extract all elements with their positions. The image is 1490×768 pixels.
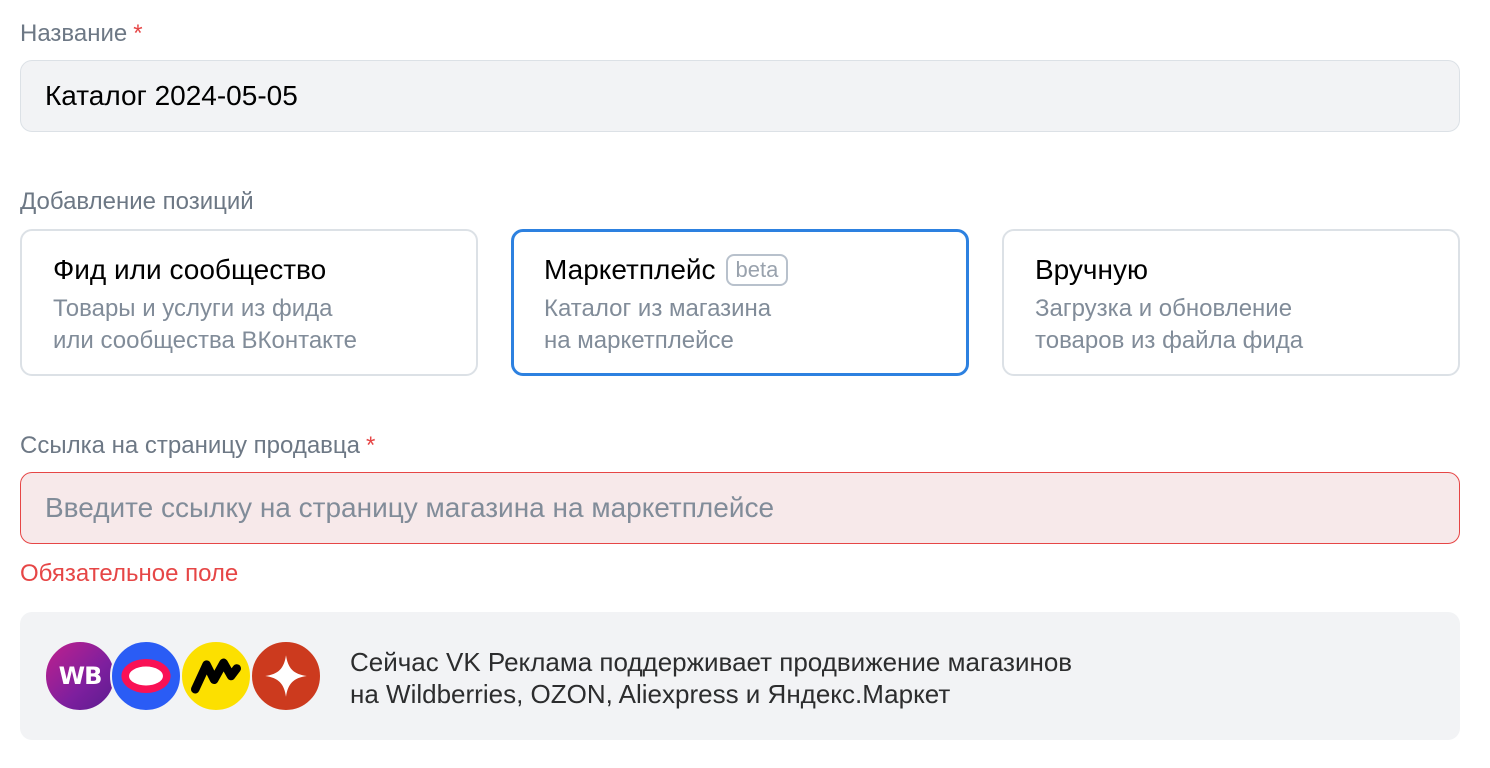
yandex-market-logo-glyph — [190, 658, 242, 694]
seller-link-input[interactable] — [20, 472, 1460, 544]
supported-marketplaces-banner: WB Сейчас VK Реклама поддерживает продви… — [20, 612, 1460, 740]
aliexpress-logo-glyph — [265, 655, 307, 697]
catalog-name-input[interactable] — [20, 60, 1460, 132]
option-title: Вручную — [1035, 254, 1148, 285]
option-description: Загрузка и обновление товаров из файла ф… — [1035, 293, 1427, 357]
beta-badge: beta — [725, 254, 789, 286]
option-desc-line: Товары и услуги из фида — [53, 295, 333, 322]
wildberries-logo-icon: WB — [44, 640, 116, 712]
aliexpress-logo-icon — [250, 640, 322, 712]
option-description: Товары и услуги из фида или сообщества В… — [53, 293, 445, 357]
option-title: Маркетплейс — [544, 254, 716, 285]
yandex-market-logo-icon — [180, 640, 252, 712]
option-title-row: Маркетплейс beta — [544, 253, 936, 287]
info-line: Сейчас VK Реклама поддерживает продвижен… — [350, 647, 1073, 677]
name-label: Название * — [20, 20, 143, 48]
positions-label: Добавление позиций — [20, 188, 254, 215]
required-mark: * — [366, 432, 376, 459]
option-card-feed[interactable]: Фид или сообщество Товары и услуги из фи… — [20, 229, 478, 376]
wildberries-logo-text: WB — [58, 662, 103, 690]
ozon-logo-glyph — [121, 659, 171, 693]
option-desc-line: на маркетплейсе — [544, 327, 734, 354]
ozon-logo-icon — [110, 640, 182, 712]
required-mark: * — [133, 20, 143, 47]
option-description: Каталог из магазина на маркетплейсе — [544, 293, 936, 357]
option-card-manual[interactable]: Вручную Загрузка и обновление товаров из… — [1002, 229, 1460, 376]
info-line: на Wildberries, OZON, Aliexpress и Яндек… — [350, 679, 951, 709]
seller-link-label-text: Ссылка на страницу продавца — [20, 432, 361, 459]
option-card-marketplace[interactable]: Маркетплейс beta Каталог из магазина на … — [511, 229, 969, 376]
name-label-text: Название — [20, 20, 128, 47]
required-field-error: Обязательное поле — [20, 560, 239, 587]
option-title: Фид или сообщество — [53, 254, 327, 285]
seller-link-label: Ссылка на страницу продавца * — [20, 432, 375, 460]
marketplace-logos: WB — [44, 640, 334, 712]
option-desc-line: Каталог из магазина — [544, 295, 772, 322]
option-desc-line: Загрузка и обновление — [1035, 295, 1293, 322]
option-desc-line: товаров из файла фида — [1035, 327, 1304, 354]
supported-marketplaces-text: Сейчас VK Реклама поддерживает продвижен… — [350, 646, 1072, 710]
option-desc-line: или сообщества ВКонтакте — [53, 327, 358, 354]
